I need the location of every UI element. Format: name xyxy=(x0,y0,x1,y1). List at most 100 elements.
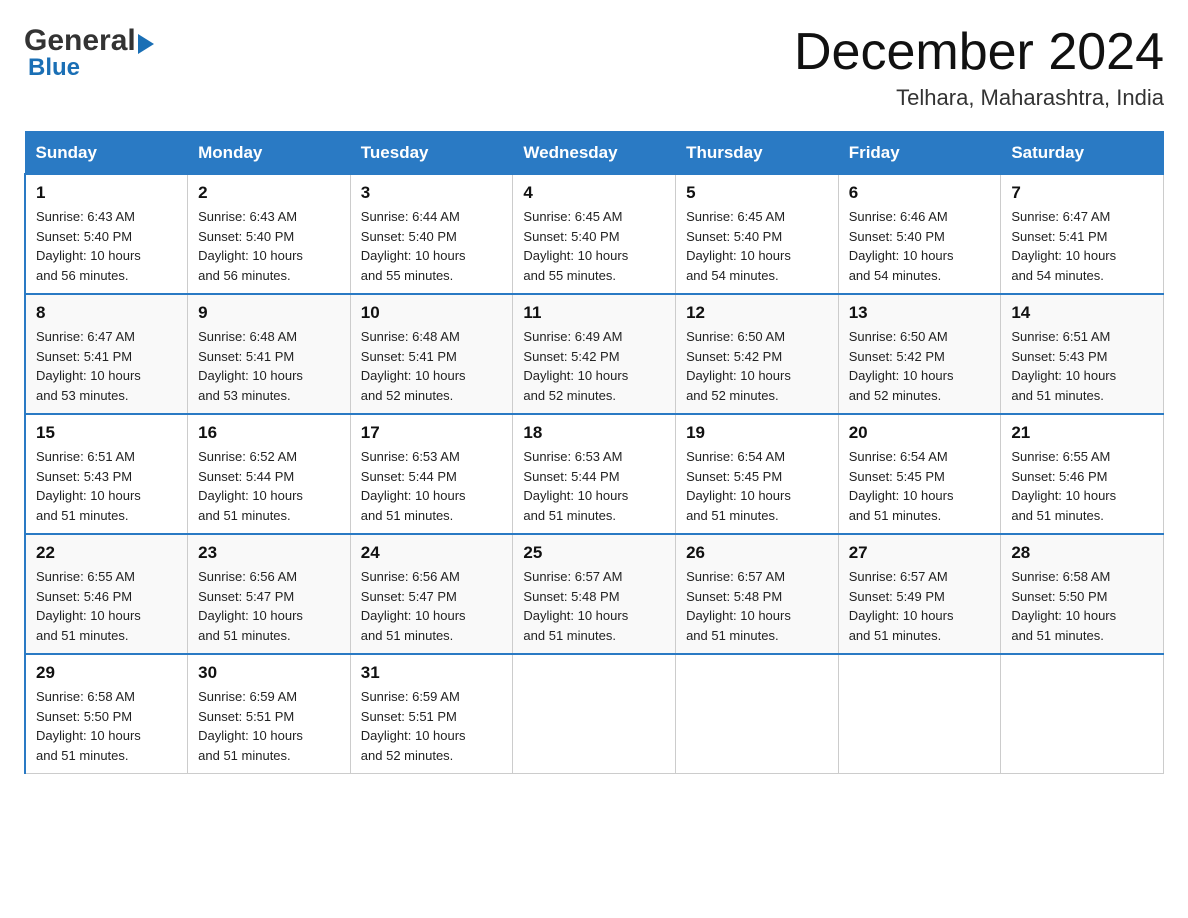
day-info: Sunrise: 6:55 AM Sunset: 5:46 PM Dayligh… xyxy=(1011,447,1153,525)
day-info: Sunrise: 6:46 AM Sunset: 5:40 PM Dayligh… xyxy=(849,207,991,285)
calendar-cell: 5 Sunrise: 6:45 AM Sunset: 5:40 PM Daylig… xyxy=(676,174,839,294)
day-number: 10 xyxy=(361,303,503,323)
day-number: 9 xyxy=(198,303,340,323)
day-number: 22 xyxy=(36,543,177,563)
month-title: December 2024 xyxy=(794,24,1164,81)
day-info: Sunrise: 6:49 AM Sunset: 5:42 PM Dayligh… xyxy=(523,327,665,405)
day-number: 2 xyxy=(198,183,340,203)
day-info: Sunrise: 6:45 AM Sunset: 5:40 PM Dayligh… xyxy=(523,207,665,285)
calendar-cell: 3Sunrise: 6:44 AM Sunset: 5:40 PM Daylig… xyxy=(350,174,513,294)
day-number: 8 xyxy=(36,303,177,323)
day-info: Sunrise: 6:58 AM Sunset: 5:50 PM Dayligh… xyxy=(36,687,177,765)
day-info: Sunrise: 6:57 AM Sunset: 5:49 PM Dayligh… xyxy=(849,567,991,645)
weekday-header-row: SundayMondayTuesdayWednesdayThursdayFrid… xyxy=(25,132,1164,174)
day-number: 27 xyxy=(849,543,991,563)
day-info: Sunrise: 6:56 AM Sunset: 5:47 PM Dayligh… xyxy=(361,567,503,645)
calendar-cell xyxy=(513,654,676,774)
calendar-cell: 30 Sunrise: 6:59 AM Sunset: 5:51 PM Dayli… xyxy=(188,654,351,774)
weekday-header-monday: Monday xyxy=(188,132,351,174)
day-number: 24 xyxy=(361,543,503,563)
day-number: 31 xyxy=(361,663,503,683)
calendar-cell: 13 Sunrise: 6:50 AM Sunset: 5:42 PM Dayli… xyxy=(838,294,1001,414)
calendar-week-2: 8 Sunrise: 6:47 AM Sunset: 5:41 PM Daylig… xyxy=(25,294,1164,414)
day-info: Sunrise: 6:43 AM Sunset: 5:40 PM Dayligh… xyxy=(36,207,177,285)
day-info: Sunrise: 6:54 AM Sunset: 5:45 PM Dayligh… xyxy=(849,447,991,525)
day-info: Sunrise: 6:47 AM Sunset: 5:41 PM Dayligh… xyxy=(36,327,177,405)
calendar-cell: 4 Sunrise: 6:45 AM Sunset: 5:40 PM Daylig… xyxy=(513,174,676,294)
day-number: 16 xyxy=(198,423,340,443)
day-info: Sunrise: 6:47 AM Sunset: 5:41 PM Dayligh… xyxy=(1011,207,1153,285)
calendar-cell: 1 Sunrise: 6:43 AM Sunset: 5:40 PM Daylig… xyxy=(25,174,188,294)
calendar-cell: 25Sunrise: 6:57 AM Sunset: 5:48 PM Dayli… xyxy=(513,534,676,654)
day-number: 23 xyxy=(198,543,340,563)
day-number: 7 xyxy=(1011,183,1153,203)
calendar-cell: 31 Sunrise: 6:59 AM Sunset: 5:51 PM Dayli… xyxy=(350,654,513,774)
logo-arrow-icon xyxy=(138,34,154,54)
day-info: Sunrise: 6:52 AM Sunset: 5:44 PM Dayligh… xyxy=(198,447,340,525)
calendar-week-4: 22Sunrise: 6:55 AM Sunset: 5:46 PM Dayli… xyxy=(25,534,1164,654)
calendar-table: SundayMondayTuesdayWednesdayThursdayFrid… xyxy=(24,131,1164,774)
day-info: Sunrise: 6:58 AM Sunset: 5:50 PM Dayligh… xyxy=(1011,567,1153,645)
calendar-cell xyxy=(676,654,839,774)
day-info: Sunrise: 6:44 AM Sunset: 5:40 PM Dayligh… xyxy=(361,207,503,285)
location: Telhara, Maharashtra, India xyxy=(794,85,1164,111)
weekday-header-saturday: Saturday xyxy=(1001,132,1164,174)
calendar-cell: 26 Sunrise: 6:57 AM Sunset: 5:48 PM Dayli… xyxy=(676,534,839,654)
day-info: Sunrise: 6:51 AM Sunset: 5:43 PM Dayligh… xyxy=(36,447,177,525)
calendar-cell: 27 Sunrise: 6:57 AM Sunset: 5:49 PM Dayli… xyxy=(838,534,1001,654)
calendar-cell: 29Sunrise: 6:58 AM Sunset: 5:50 PM Dayli… xyxy=(25,654,188,774)
calendar-cell: 11 Sunrise: 6:49 AM Sunset: 5:42 PM Dayli… xyxy=(513,294,676,414)
calendar-cell: 22Sunrise: 6:55 AM Sunset: 5:46 PM Dayli… xyxy=(25,534,188,654)
calendar-cell: 17 Sunrise: 6:53 AM Sunset: 5:44 PM Dayli… xyxy=(350,414,513,534)
day-info: Sunrise: 6:59 AM Sunset: 5:51 PM Dayligh… xyxy=(198,687,340,765)
day-info: Sunrise: 6:45 AM Sunset: 5:40 PM Dayligh… xyxy=(686,207,828,285)
day-info: Sunrise: 6:50 AM Sunset: 5:42 PM Dayligh… xyxy=(849,327,991,405)
calendar-week-1: 1 Sunrise: 6:43 AM Sunset: 5:40 PM Daylig… xyxy=(25,174,1164,294)
calendar-cell: 10Sunrise: 6:48 AM Sunset: 5:41 PM Dayli… xyxy=(350,294,513,414)
day-info: Sunrise: 6:57 AM Sunset: 5:48 PM Dayligh… xyxy=(523,567,665,645)
day-number: 15 xyxy=(36,423,177,443)
calendar-cell: 24 Sunrise: 6:56 AM Sunset: 5:47 PM Dayli… xyxy=(350,534,513,654)
day-number: 26 xyxy=(686,543,828,563)
day-info: Sunrise: 6:59 AM Sunset: 5:51 PM Dayligh… xyxy=(361,687,503,765)
calendar-week-3: 15 Sunrise: 6:51 AM Sunset: 5:43 PM Dayli… xyxy=(25,414,1164,534)
weekday-header-thursday: Thursday xyxy=(676,132,839,174)
day-number: 6 xyxy=(849,183,991,203)
day-number: 18 xyxy=(523,423,665,443)
calendar-cell: 23 Sunrise: 6:56 AM Sunset: 5:47 PM Dayli… xyxy=(188,534,351,654)
day-number: 28 xyxy=(1011,543,1153,563)
day-number: 12 xyxy=(686,303,828,323)
day-info: Sunrise: 6:43 AM Sunset: 5:40 PM Dayligh… xyxy=(198,207,340,285)
day-number: 5 xyxy=(686,183,828,203)
day-number: 13 xyxy=(849,303,991,323)
calendar-cell: 28 Sunrise: 6:58 AM Sunset: 5:50 PM Dayli… xyxy=(1001,534,1164,654)
day-info: Sunrise: 6:57 AM Sunset: 5:48 PM Dayligh… xyxy=(686,567,828,645)
logo-blue: Blue xyxy=(28,54,80,81)
day-info: Sunrise: 6:53 AM Sunset: 5:44 PM Dayligh… xyxy=(361,447,503,525)
weekday-header-friday: Friday xyxy=(838,132,1001,174)
day-info: Sunrise: 6:53 AM Sunset: 5:44 PM Dayligh… xyxy=(523,447,665,525)
day-info: Sunrise: 6:51 AM Sunset: 5:43 PM Dayligh… xyxy=(1011,327,1153,405)
day-number: 21 xyxy=(1011,423,1153,443)
day-number: 1 xyxy=(36,183,177,203)
calendar-week-5: 29Sunrise: 6:58 AM Sunset: 5:50 PM Dayli… xyxy=(25,654,1164,774)
weekday-header-wednesday: Wednesday xyxy=(513,132,676,174)
day-number: 19 xyxy=(686,423,828,443)
day-info: Sunrise: 6:54 AM Sunset: 5:45 PM Dayligh… xyxy=(686,447,828,525)
day-info: Sunrise: 6:50 AM Sunset: 5:42 PM Dayligh… xyxy=(686,327,828,405)
day-number: 11 xyxy=(523,303,665,323)
day-number: 17 xyxy=(361,423,503,443)
calendar-cell: 7 Sunrise: 6:47 AM Sunset: 5:41 PM Daylig… xyxy=(1001,174,1164,294)
day-number: 4 xyxy=(523,183,665,203)
day-info: Sunrise: 6:48 AM Sunset: 5:41 PM Dayligh… xyxy=(198,327,340,405)
page-header: General Blue December 2024 Telhara, Maha… xyxy=(24,24,1164,111)
day-number: 20 xyxy=(849,423,991,443)
day-number: 30 xyxy=(198,663,340,683)
logo-general: General xyxy=(24,24,136,58)
calendar-cell: 14Sunrise: 6:51 AM Sunset: 5:43 PM Dayli… xyxy=(1001,294,1164,414)
calendar-cell: 2 Sunrise: 6:43 AM Sunset: 5:40 PM Daylig… xyxy=(188,174,351,294)
calendar-cell: 8 Sunrise: 6:47 AM Sunset: 5:41 PM Daylig… xyxy=(25,294,188,414)
calendar-cell xyxy=(1001,654,1164,774)
day-info: Sunrise: 6:56 AM Sunset: 5:47 PM Dayligh… xyxy=(198,567,340,645)
calendar-cell: 9 Sunrise: 6:48 AM Sunset: 5:41 PM Daylig… xyxy=(188,294,351,414)
